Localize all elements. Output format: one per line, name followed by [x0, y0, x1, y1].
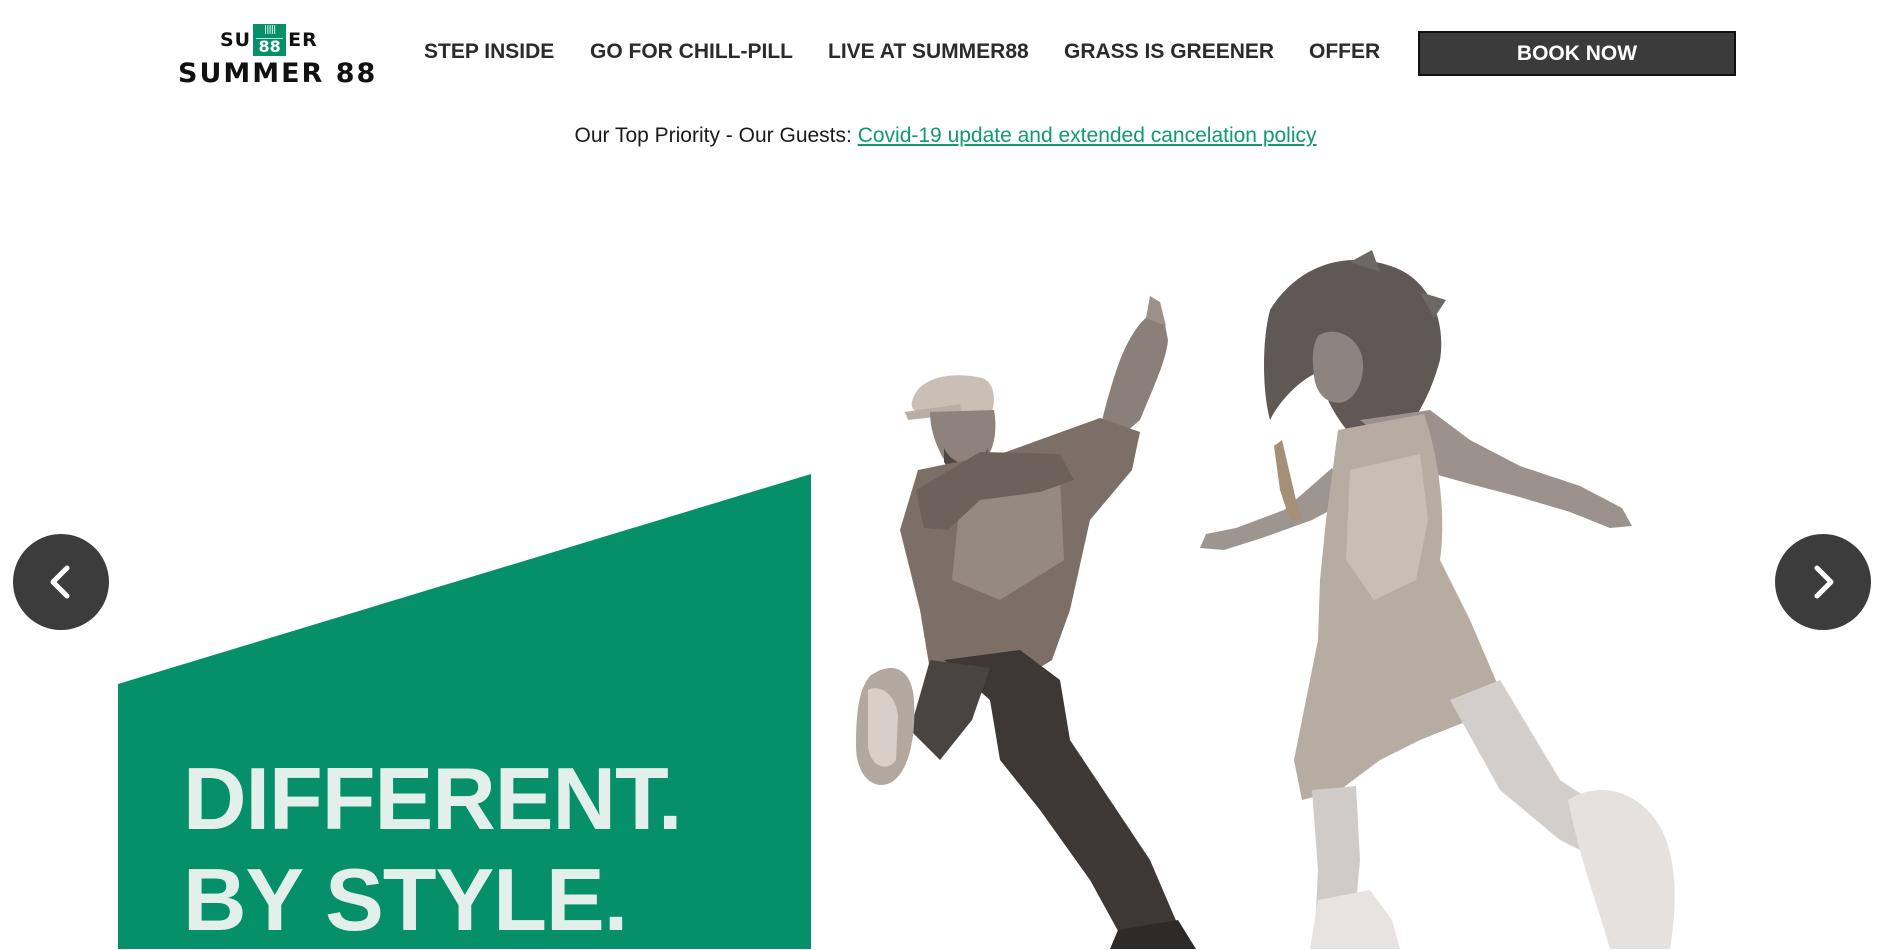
logo-badge-icon: ||||| 88: [253, 24, 287, 56]
hero-headline: DIFFERENT. BY STYLE.: [183, 748, 703, 950]
logo-wordmark-top: SU ||||| 88 ER: [220, 24, 318, 56]
logo-badge-number: 88: [256, 38, 284, 56]
book-now-button[interactable]: BOOK NOW: [1418, 31, 1736, 76]
dancer-man-image: [856, 296, 1196, 949]
chevron-right-icon: [1814, 565, 1834, 599]
logo-name: SUMMER 88: [178, 58, 378, 89]
nav-live-at-summer88[interactable]: LIVE AT SUMMER88: [828, 40, 1029, 64]
chevron-left-icon: [50, 565, 70, 599]
hero-headline-line1: DIFFERENT.: [183, 749, 682, 848]
logo-text-su: SU: [220, 29, 252, 51]
slider-prev-button[interactable]: [13, 534, 109, 630]
nav-offer[interactable]: OFFER: [1309, 40, 1380, 64]
nav-grass-is-greener[interactable]: GRASS IS GREENER: [1064, 40, 1274, 64]
slider-next-button[interactable]: [1775, 534, 1871, 630]
nav-step-inside[interactable]: STEP INSIDE: [424, 40, 554, 64]
nav-go-for-chill-pill[interactable]: GO FOR CHILL-PILL: [590, 40, 793, 64]
logo-text-er: ER: [288, 29, 318, 51]
hero-headline-line2: BY STYLE.: [183, 850, 628, 949]
logo-ticks-icon: |||||: [263, 25, 276, 35]
summer88-logo[interactable]: SU ||||| 88 ER SUMMER 88: [176, 22, 375, 89]
covid-policy-link[interactable]: Covid-19 update and extended cancelation…: [858, 124, 1317, 147]
covid-notice: Our Top Priority - Our Guests: Covid-19 …: [0, 124, 1891, 148]
notice-text: Our Top Priority - Our Guests:: [574, 124, 858, 147]
dancer-woman-image: [1200, 250, 1675, 949]
